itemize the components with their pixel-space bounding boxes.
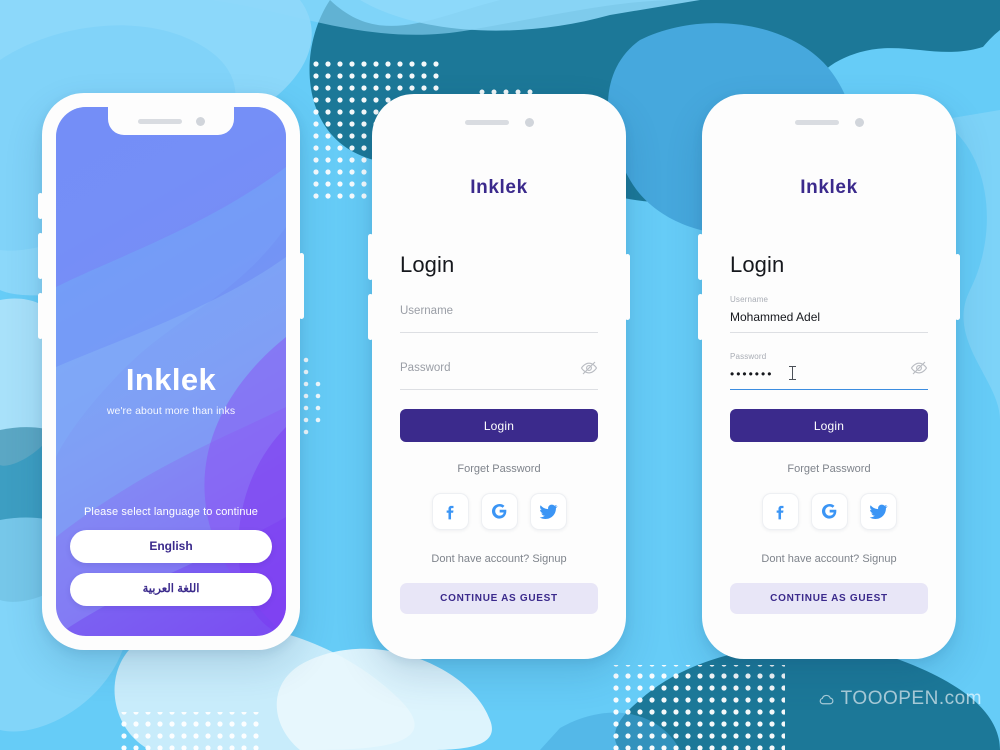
signup-link[interactable]: Dont have account? Signup xyxy=(702,553,956,565)
username-field[interactable]: Username Mohammed Adel xyxy=(730,295,928,333)
google-icon xyxy=(821,503,836,519)
page-title: Login xyxy=(730,252,785,277)
phone-volume-up xyxy=(38,233,43,279)
google-login-button[interactable] xyxy=(810,493,848,530)
username-field[interactable]: Username xyxy=(400,299,598,333)
phone-power-button xyxy=(299,253,304,319)
password-placeholder: Password xyxy=(400,362,451,374)
phone-login-empty: Inklek Login Username Password Login For… xyxy=(368,94,630,659)
username-label: Username xyxy=(730,295,769,304)
facebook-login-button[interactable] xyxy=(761,493,799,530)
username-underline xyxy=(730,332,928,333)
password-underline xyxy=(730,388,928,390)
login-button[interactable]: Login xyxy=(400,409,598,442)
forget-password-link[interactable]: Forget Password xyxy=(372,463,626,475)
eye-off-icon xyxy=(580,361,598,375)
password-visibility-toggle[interactable] xyxy=(580,359,598,377)
facebook-icon xyxy=(446,505,453,520)
page-title: Login xyxy=(400,252,455,277)
splash-branding: Inklek we're about more than inks xyxy=(56,362,286,417)
phone-notch xyxy=(702,116,956,128)
username-value: Mohammed Adel xyxy=(730,310,821,324)
speaker-grill-icon xyxy=(464,119,509,125)
app-logo: Inklek xyxy=(125,362,217,397)
text-cursor xyxy=(789,366,796,380)
password-underline xyxy=(400,389,598,390)
splash-screen: Inklek we're about more than inks Please… xyxy=(56,107,286,636)
phone-mute-switch xyxy=(38,193,43,219)
social-login-row xyxy=(372,493,626,530)
continue-as-guest-button[interactable]: CONTINUE AS GUEST xyxy=(400,583,598,614)
phone-notch xyxy=(108,107,234,135)
front-camera-icon xyxy=(854,117,864,127)
facebook-icon xyxy=(776,505,783,520)
twitter-icon xyxy=(539,504,558,520)
twitter-icon xyxy=(869,504,888,520)
continue-as-guest-button[interactable]: CONTINUE AS GUEST xyxy=(730,583,928,614)
app-logo: Inklek xyxy=(800,177,858,198)
login-screen-empty: Inklek Login Username Password Login For… xyxy=(372,94,626,659)
app-logo: Inklek xyxy=(470,177,528,198)
language-prompt: Please select language to continue xyxy=(83,506,259,518)
language-selector: Please select language to continue Engli… xyxy=(70,506,272,606)
password-field[interactable]: Password ••••••• xyxy=(730,352,928,390)
login-button[interactable]: Login xyxy=(730,409,928,442)
phone-notch xyxy=(372,116,626,128)
app-tagline: we're about more than inks xyxy=(106,405,236,417)
password-label: Password xyxy=(730,352,767,361)
front-camera-icon xyxy=(524,117,534,127)
phone-login-filled: Inklek Login Username Mohammed Adel Pass… xyxy=(698,94,960,659)
password-visibility-toggle[interactable] xyxy=(910,359,928,377)
speaker-grill-icon xyxy=(137,118,182,124)
language-button-english[interactable]: English xyxy=(70,530,272,563)
twitter-login-button[interactable] xyxy=(529,493,567,530)
speaker-grill-icon xyxy=(794,119,839,125)
language-button-arabic[interactable]: اللغة العربية xyxy=(70,573,272,606)
google-icon xyxy=(491,503,506,519)
forget-password-link[interactable]: Forget Password xyxy=(702,463,956,475)
password-value: ••••••• xyxy=(730,367,774,381)
username-placeholder: Username xyxy=(400,305,454,317)
phone-volume-down xyxy=(38,293,43,339)
social-login-row xyxy=(702,493,956,530)
password-field[interactable]: Password xyxy=(400,356,598,390)
login-screen-filled: Inklek Login Username Mohammed Adel Pass… xyxy=(702,94,956,659)
username-underline xyxy=(400,332,598,333)
phone-splash: Inklek we're about more than inks Please… xyxy=(38,93,304,650)
google-login-button[interactable] xyxy=(480,493,518,530)
signup-link[interactable]: Dont have account? Signup xyxy=(372,553,626,565)
twitter-login-button[interactable] xyxy=(859,493,897,530)
front-camera-icon xyxy=(195,116,205,126)
facebook-login-button[interactable] xyxy=(431,493,469,530)
eye-off-icon xyxy=(910,361,928,375)
